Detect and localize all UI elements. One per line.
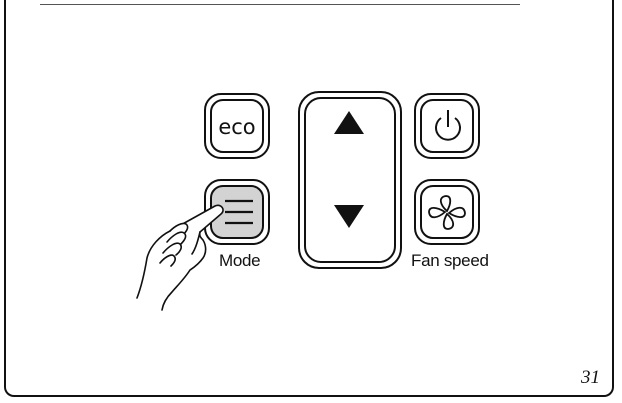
control-panel-illustration: eco bbox=[136, 91, 480, 311]
pointing-hand-icon bbox=[136, 204, 224, 311]
eco-button[interactable]: eco bbox=[204, 93, 270, 159]
mode-label: Mode bbox=[219, 251, 261, 270]
fan-speed-label: Fan speed bbox=[411, 251, 489, 270]
fan-speed-button[interactable] bbox=[414, 179, 480, 245]
power-button[interactable] bbox=[414, 93, 480, 159]
down-button[interactable] bbox=[320, 195, 380, 235]
page-number: 31 bbox=[581, 367, 600, 388]
eco-label: eco bbox=[218, 115, 255, 139]
up-button[interactable] bbox=[320, 105, 380, 145]
